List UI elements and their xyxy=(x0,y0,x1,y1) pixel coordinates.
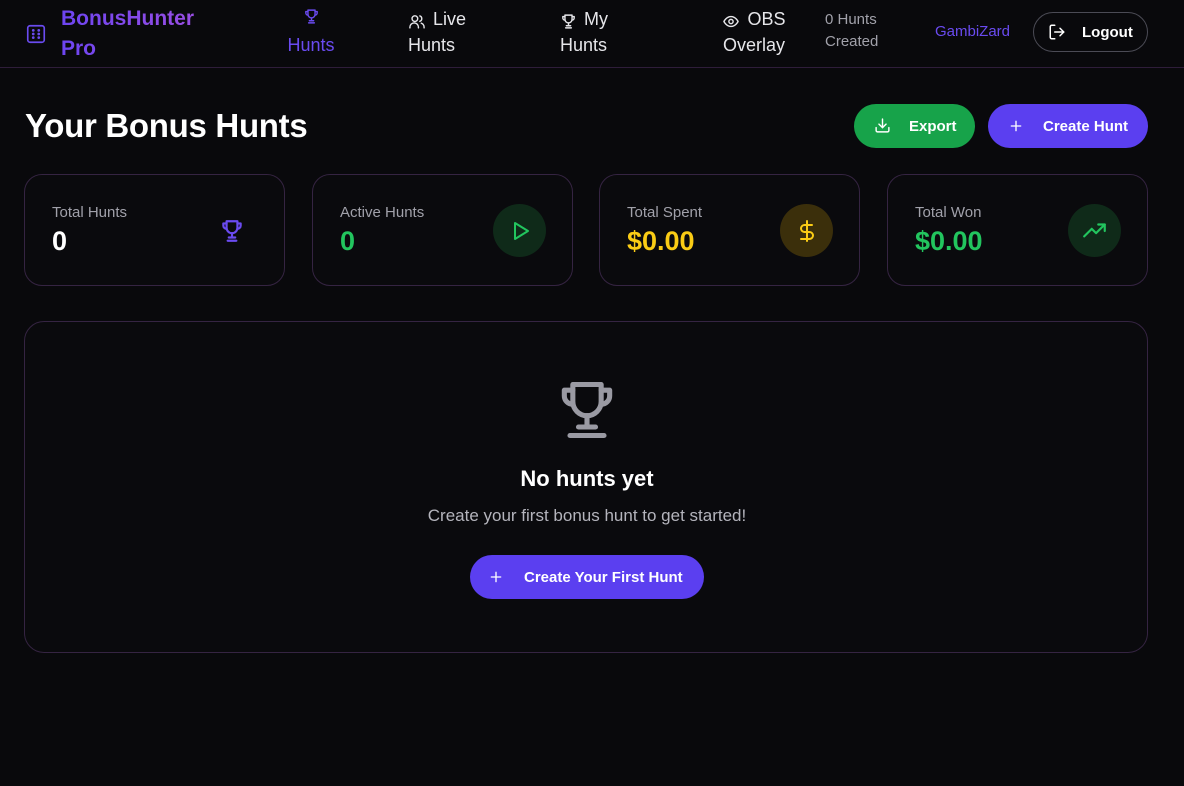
username[interactable]: GambiZard xyxy=(935,21,1010,43)
play-icon xyxy=(493,204,546,257)
export-button[interactable]: Export xyxy=(854,104,975,148)
dollar-icon xyxy=(780,204,833,257)
stat-label: Total Hunts xyxy=(52,204,128,221)
nav-obs-overlay[interactable]: OBS Overlay xyxy=(712,6,796,58)
create-first-hunt-label: Create Your First Hunt xyxy=(524,568,683,586)
stat-label: Total Won xyxy=(915,204,982,221)
nav-my-hunts[interactable]: My Hunts xyxy=(560,6,632,58)
nav-hunts[interactable]: Hunts xyxy=(276,6,346,58)
stat-card-total-hunts: Total Hunts 0 xyxy=(24,174,285,286)
dice-icon xyxy=(25,23,47,50)
nav-live-hunts[interactable]: Live Hunts xyxy=(408,6,484,58)
nav-my-label: My xyxy=(584,9,608,29)
export-label: Export xyxy=(909,117,957,135)
trophy-icon xyxy=(303,6,320,32)
stat-label: Total Spent xyxy=(627,204,703,221)
page-title: Your Bonus Hunts xyxy=(25,107,308,144)
trending-up-icon xyxy=(1068,204,1121,257)
nav-obs-label-2: Overlay xyxy=(722,35,785,55)
eye-icon xyxy=(722,11,740,28)
logout-label: Logout xyxy=(1082,23,1133,41)
stat-value: $0.00 xyxy=(627,226,695,256)
empty-state-title: No hunts yet xyxy=(520,466,654,491)
stat-value: 0 xyxy=(340,226,356,256)
logout-button[interactable]: Logout xyxy=(1033,12,1148,52)
empty-state-panel: No hunts yet Create your first bonus hun… xyxy=(24,321,1148,653)
stat-label: Active Hunts xyxy=(340,204,425,221)
create-hunt-label: Create Hunt xyxy=(1043,117,1129,135)
logout-icon xyxy=(1048,23,1066,41)
nav-my-label-2: Hunts xyxy=(560,35,608,55)
plus-icon xyxy=(1008,118,1024,134)
stat-value: 0 xyxy=(52,226,68,256)
hunts-created-count: 0 Hunts Created xyxy=(825,11,879,50)
nav-live-label: Live xyxy=(433,9,467,29)
trophy-icon xyxy=(553,376,621,444)
stat-card-total-spent: Total Spent $0.00 xyxy=(599,174,860,286)
create-hunt-button[interactable]: Create Hunt xyxy=(988,104,1148,148)
stat-value: $0.00 xyxy=(915,226,983,256)
trophy-icon xyxy=(205,204,258,257)
empty-state-subtitle: Create your first bonus hunt to get star… xyxy=(427,506,747,525)
top-navbar: BonusHunter Pro Hunts Live Hunts My Hunt… xyxy=(0,0,1184,68)
plus-icon xyxy=(488,569,504,585)
users-icon xyxy=(408,11,426,29)
nav-obs-label: OBS xyxy=(747,9,786,29)
nav-live-label-2: Hunts xyxy=(408,35,456,55)
nav-hunts-label: Hunts xyxy=(287,35,335,55)
download-icon xyxy=(874,117,891,135)
stat-card-total-won: Total Won $0.00 xyxy=(887,174,1148,286)
create-first-hunt-button[interactable]: Create Your First Hunt xyxy=(470,555,704,599)
app-name: BonusHunter Pro xyxy=(61,4,221,64)
trophy-icon xyxy=(560,11,577,29)
stat-card-active-hunts: Active Hunts 0 xyxy=(312,174,573,286)
